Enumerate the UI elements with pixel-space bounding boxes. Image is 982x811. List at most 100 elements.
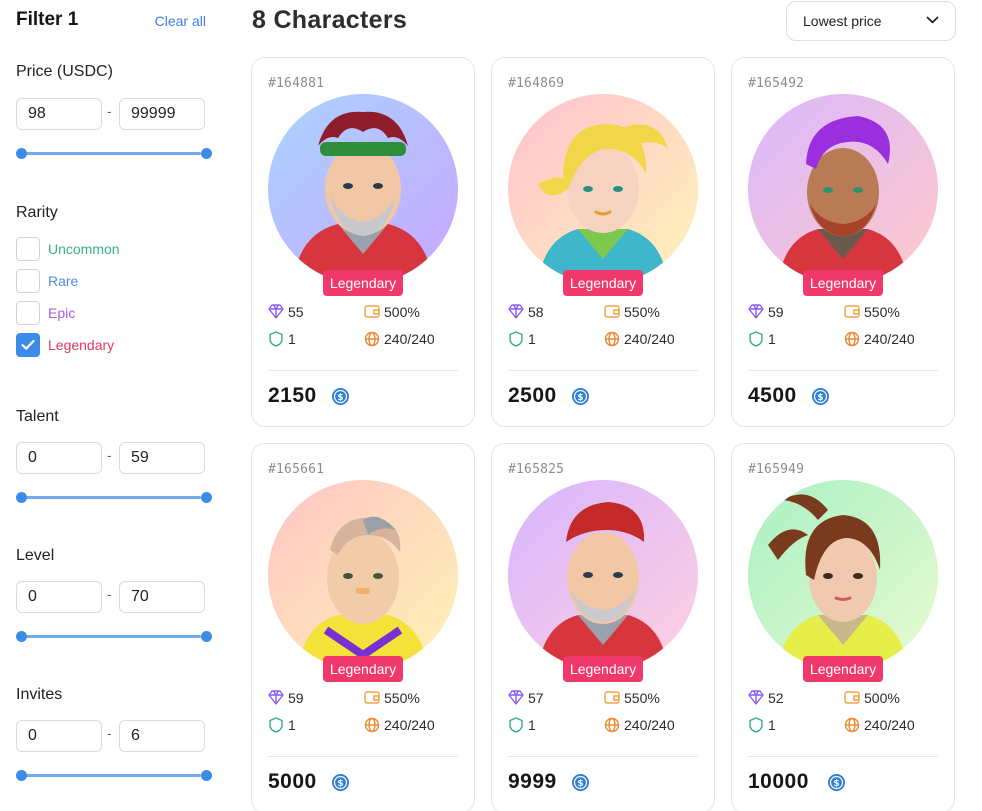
talent-min-handle[interactable]: [16, 492, 27, 503]
energy-value: 240/240: [384, 717, 435, 733]
level-label: Level: [16, 547, 55, 564]
usdc-coin-icon: $: [332, 388, 349, 405]
talent-value: 57: [528, 690, 544, 706]
price-value: 2500: [508, 384, 557, 407]
talent-max-handle[interactable]: [201, 492, 212, 503]
character-card[interactable]: #164869 Legendary 58 550% 1 240/240 2500…: [491, 57, 715, 427]
invites-max-input[interactable]: 6: [119, 720, 205, 752]
energy-value: 240/240: [624, 331, 675, 347]
talent-min-input[interactable]: 0: [16, 442, 102, 474]
card-divider: [748, 370, 938, 371]
epic-checkbox[interactable]: [16, 301, 40, 325]
talent-value: 52: [768, 690, 784, 706]
diamond-icon: [268, 304, 284, 319]
invites-min-handle[interactable]: [16, 770, 27, 781]
invites-label: Invites: [16, 686, 63, 703]
talent-value: 59: [288, 690, 304, 706]
range-separator: -: [107, 586, 112, 602]
rarity-option-epic[interactable]: Epic: [16, 301, 206, 325]
price-min-input[interactable]: 98: [16, 98, 102, 130]
energy-value: 240/240: [864, 717, 915, 733]
price-range: 98 - 99999: [16, 98, 206, 130]
usdc-coin-icon: $: [572, 774, 589, 791]
rarity-badge: Legendary: [323, 270, 403, 296]
bonus-value: 550%: [864, 304, 900, 320]
talent-value: 58: [528, 304, 544, 320]
svg-text:$: $: [577, 779, 583, 789]
rarity-badge: Legendary: [323, 656, 403, 682]
bonus-value: 500%: [864, 690, 900, 706]
talent-value: 55: [288, 304, 304, 320]
price-max-input[interactable]: 99999: [119, 98, 205, 130]
shield-value: 1: [528, 331, 536, 347]
clear-all-link[interactable]: Clear all: [155, 13, 206, 29]
character-avatar: [268, 94, 458, 284]
character-avatar: [268, 480, 458, 670]
level-slider[interactable]: [16, 631, 212, 643]
usdc-coin-icon: $: [572, 388, 589, 405]
character-avatar: [748, 94, 938, 284]
character-card[interactable]: #165825 Legendary 57 550% 1 240/240 9999…: [491, 443, 715, 811]
globe-icon: [364, 717, 380, 733]
character-card[interactable]: #165492 Legendary 59 550% 1 240/240 4500…: [731, 57, 955, 427]
rarity-badge: Legendary: [563, 270, 643, 296]
level-min-handle[interactable]: [16, 631, 27, 642]
globe-icon: [604, 331, 620, 347]
rarity-option-label: Epic: [48, 305, 76, 321]
diamond-icon: [268, 690, 284, 705]
character-id: #165949: [748, 462, 805, 477]
wallet-icon: [604, 691, 620, 704]
character-card[interactable]: #164881 Legendary 55 500% 1 240/240 2150…: [251, 57, 475, 427]
invites-max-handle[interactable]: [201, 770, 212, 781]
character-id: #165661: [268, 462, 325, 477]
level-min-input[interactable]: 0: [16, 581, 102, 613]
shield-icon: [509, 717, 523, 733]
uncommon-checkbox[interactable]: [16, 237, 40, 261]
price-value: 4500: [748, 384, 797, 407]
character-card[interactable]: #165661 Legendary 59 550% 1 240/240 5000…: [251, 443, 475, 811]
legendary-checkbox[interactable]: [16, 333, 40, 357]
invites-range: 0 - 6: [16, 720, 206, 752]
talent-label: Talent: [16, 408, 59, 425]
character-id: #165492: [748, 76, 805, 91]
price-min-handle[interactable]: [16, 148, 27, 159]
talent-slider[interactable]: [16, 492, 212, 504]
shield-value: 1: [288, 717, 296, 733]
rarity-option-label: Legendary: [48, 337, 115, 353]
level-max-input[interactable]: 70: [119, 581, 205, 613]
rarity-option-rare[interactable]: Rare: [16, 269, 206, 293]
price-value: 10000: [748, 770, 809, 793]
bonus-value: 500%: [384, 304, 420, 320]
svg-text:$: $: [337, 393, 343, 403]
card-divider: [508, 370, 698, 371]
bonus-value: 550%: [624, 304, 660, 320]
shield-icon: [749, 717, 763, 733]
rarity-label: Rarity: [16, 204, 58, 221]
invites-min-input[interactable]: 0: [16, 720, 102, 752]
diamond-icon: [748, 690, 764, 705]
rare-checkbox[interactable]: [16, 269, 40, 293]
invites-slider[interactable]: [16, 770, 212, 782]
globe-icon: [604, 717, 620, 733]
talent-value: 59: [768, 304, 784, 320]
level-max-handle[interactable]: [201, 631, 212, 642]
sort-dropdown[interactable]: Lowest price: [786, 1, 956, 41]
shield-icon: [509, 331, 523, 347]
rarity-option-uncommon[interactable]: Uncommon: [16, 237, 206, 261]
rarity-option-legendary[interactable]: Legendary: [16, 333, 206, 357]
results-title: 8 Characters: [252, 6, 408, 34]
rarity-badge: Legendary: [563, 656, 643, 682]
price-max-handle[interactable]: [201, 148, 212, 159]
rarity-badge: Legendary: [803, 270, 883, 296]
shield-icon: [269, 717, 283, 733]
talent-max-input[interactable]: 59: [119, 442, 205, 474]
wallet-icon: [604, 305, 620, 318]
filter-header: Filter 1 Clear all: [16, 9, 206, 33]
card-divider: [508, 756, 698, 757]
filter-title: Filter 1: [16, 9, 79, 30]
shield-value: 1: [768, 331, 776, 347]
sort-selected-value: Lowest price: [803, 13, 882, 29]
character-card[interactable]: #165949 Legendary 52 500% 1 240/240 1000…: [731, 443, 955, 811]
price-slider[interactable]: [16, 148, 212, 160]
globe-icon: [844, 331, 860, 347]
